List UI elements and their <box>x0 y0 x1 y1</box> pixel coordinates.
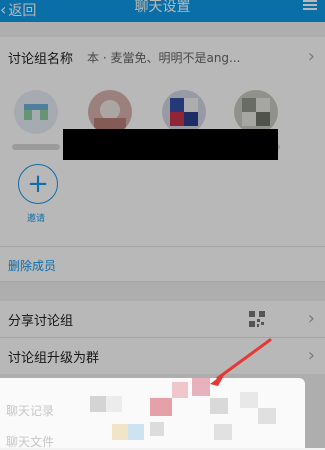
annotation-arrow <box>210 338 272 386</box>
